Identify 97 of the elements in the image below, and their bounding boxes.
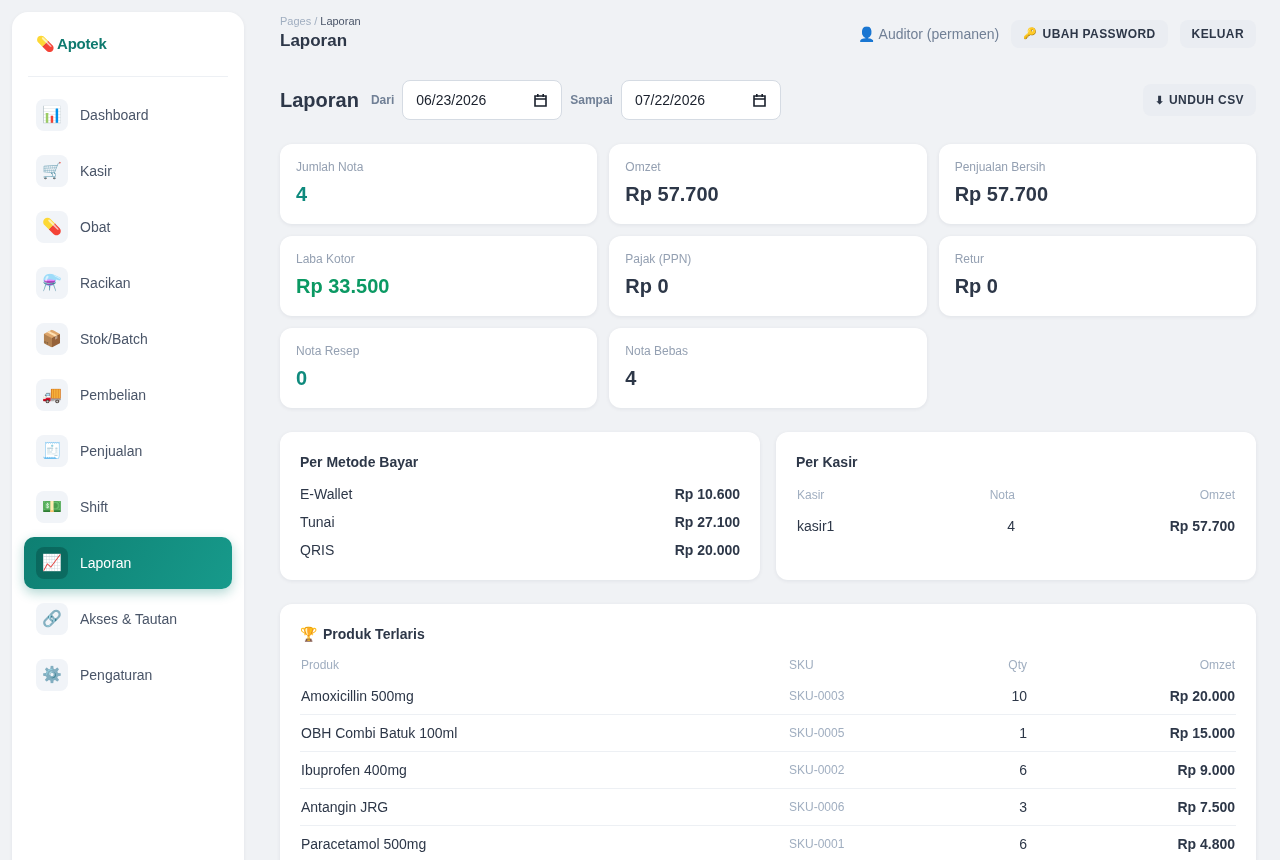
pill-icon: 💊 [36,35,55,53]
sidebar-item[interactable]: 💊 Obat [24,201,232,253]
logout-button[interactable]: KELUAR [1179,19,1256,48]
stat-label: Retur [954,252,984,266]
settings-icon: ⚙ [36,659,68,691]
payment-amount: Rp 10.600 [674,486,740,502]
table-cell-text: Rp 15.000 [1168,725,1235,741]
calendar-icon[interactable] [534,93,548,107]
breadcrumb-separator: / [314,15,318,28]
stat-value: Rp 0 [625,274,669,298]
breadcrumb-current: Laporan [320,15,361,28]
stat-value: Rp 33.500 [296,274,390,298]
stat-value: Rp 0 [954,274,998,298]
sidebar-item[interactable]: 🛒 Kasir [24,145,232,197]
table-cell-text: 1 [1018,725,1027,741]
sidebar-item[interactable]: 📊 Dashboard [24,89,232,141]
stat-value: 4 [296,182,308,206]
column-header: Kasir [797,488,826,502]
payment-method: Tunai [300,514,335,530]
payment-amount: Rp 27.100 [674,514,740,530]
stat-value: 4 [625,366,637,390]
stat-label: Nota Bebas [625,344,689,358]
table-cell-text: Ibuprofen 400mg [301,762,408,778]
stat-label: Penjualan Bersih [954,160,1046,174]
download-csv-button[interactable]: ⬇ UNDUH CSV [1142,84,1256,116]
bar-chart-icon: 📊 [36,99,68,131]
table-cell-text: SKU-0006 [789,800,846,814]
page-title: Laporan [280,30,348,52]
table-cell-text: kasir1 [797,518,836,534]
table-cell-text: 10 [1010,688,1027,704]
field-label: Sampai [570,93,613,107]
panel-title: Per Kasir [796,453,859,472]
table-cell-text: 6 [1018,762,1027,778]
stat-label: Laba Kotor [296,252,355,266]
banknote-icon: 💵 [36,491,68,523]
trophy-icon: 🏆 [300,627,317,641]
stat-label: Omzet [625,160,661,174]
table-cell-text: Paracetamol 500mg [301,836,428,852]
date-field[interactable]: 06/23/2026 [402,80,563,120]
table-cell-text: 6 [1018,836,1027,852]
column-header: Omzet [1198,488,1235,502]
brand-name: Apotek [57,34,107,54]
package-icon: 📦 [36,323,68,355]
receipt-icon: 🧾 [36,435,68,467]
column-header: Omzet [1198,658,1235,672]
column-header: SKU [789,658,815,672]
stat-value: Rp 57.700 [625,182,719,206]
date-field[interactable]: 07/22/2026 [620,80,781,120]
user-name: Auditor (permanen) [878,25,1000,42]
table-cell-text: SKU-0003 [789,689,846,703]
truck-icon: 🚚 [36,379,68,411]
table-cell-text: Rp 7.500 [1176,799,1235,815]
pill-icon: 💊 [36,211,68,243]
sidebar-item[interactable]: 💵 Shift [24,481,232,533]
sidebar-item[interactable]: 📈 Laporan [24,537,232,589]
sidebar-item[interactable]: 🔗 Akses & Tautan [24,593,232,645]
table-cell-text: Amoxicillin 500mg [301,688,415,704]
payment-method: E-Wallet [300,486,353,502]
payment-method: QRIS [300,542,335,558]
table-cell-text: 3 [1018,799,1027,815]
field-label: Dari [370,93,395,107]
sidebar-item[interactable]: ⚗ Racikan [24,257,232,309]
table-cell-text: Rp 4.800 [1176,836,1235,852]
flask-icon: ⚗ [36,267,68,299]
link-icon: 🔗 [36,603,68,635]
column-header: Nota [988,488,1015,502]
stat-label: Pajak (PPN) [625,252,692,266]
panel-title: Produk Terlaris [323,625,425,644]
table-cell-text: SKU-0001 [789,837,846,851]
calendar-icon[interactable] [752,93,766,107]
stat-value: Rp 57.700 [954,182,1049,206]
table-cell-text: Rp 57.700 [1168,518,1235,534]
table-cell-text: 4 [1006,518,1015,534]
column-header: Produk [301,658,341,672]
stat-value: 0 [296,366,308,390]
change-password-button[interactable]: 🔑 UBAH PASSWORD [1011,19,1168,48]
key-icon: 🔑 [1023,28,1038,39]
payment-amount: Rp 20.000 [674,542,740,558]
stat-label: Nota Resep [296,344,360,358]
stat-label: Jumlah Nota [296,160,364,174]
section-title: Laporan [280,88,359,112]
user-icon: 👤 [857,26,875,41]
table-cell-text: SKU-0005 [789,726,846,740]
column-header: Qty [1007,658,1027,672]
table-cell-text: Rp 20.000 [1168,688,1235,704]
panel-title: Per Metode Bayar [300,453,420,472]
cart-icon: 🛒 [36,155,68,187]
line-chart-icon: 📈 [36,547,68,579]
sidebar-item[interactable]: 📦 Stok/Batch [24,313,232,365]
table-cell-text: Antangin JRG [301,799,390,815]
table-cell-text: OBH Combi Batuk 100ml [301,725,459,741]
sidebar-item[interactable]: 🚚 Pembelian [24,369,232,421]
table-cell-text: Rp 9.000 [1176,762,1235,778]
table-cell-text: SKU-0002 [789,763,846,777]
sidebar-item[interactable]: 🧾 Penjualan [24,425,232,477]
sidebar-item[interactable]: ⚙ Pengaturan [24,649,232,701]
download-icon: ⬇ [1154,94,1165,106]
